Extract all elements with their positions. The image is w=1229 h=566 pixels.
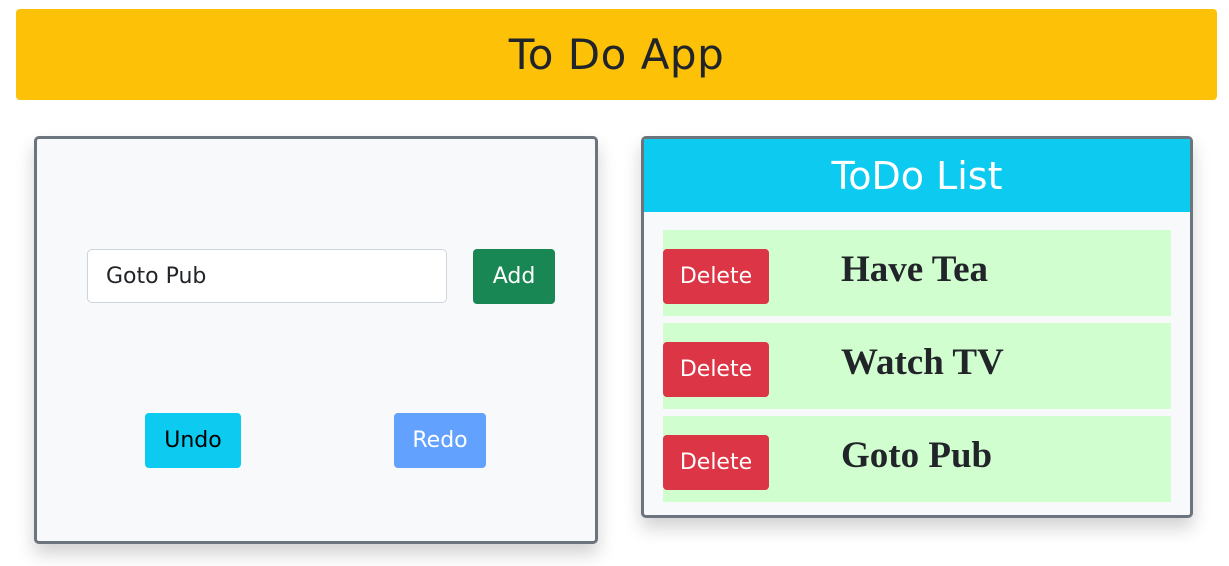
todo-item: Delete Have Tea	[663, 230, 1171, 316]
app-title: To Do App	[508, 30, 725, 79]
todo-list-header: ToDo List	[644, 139, 1190, 212]
delete-button[interactable]: Delete	[663, 249, 769, 304]
todo-item-text: Watch TV	[841, 342, 1004, 383]
redo-button[interactable]: Redo	[394, 413, 486, 468]
todo-list-title: ToDo List	[831, 153, 1003, 198]
todo-item-text: Have Tea	[841, 249, 988, 290]
delete-button[interactable]: Delete	[663, 435, 769, 490]
add-button[interactable]: Add	[473, 249, 555, 304]
page: To Do App Add Undo Redo ToDo List Delete…	[0, 0, 1229, 566]
todo-item: Delete Goto Pub	[663, 416, 1171, 502]
todo-item: Delete Watch TV	[663, 323, 1171, 409]
todo-item-text: Goto Pub	[841, 435, 993, 476]
undo-button[interactable]: Undo	[145, 413, 241, 468]
input-panel: Add Undo Redo	[34, 136, 598, 544]
app-header: To Do App	[16, 9, 1217, 100]
todo-items: Delete Have Tea Delete Watch TV Delete G…	[663, 230, 1171, 509]
todo-input[interactable]	[87, 249, 447, 303]
delete-button[interactable]: Delete	[663, 342, 769, 397]
todo-list-panel: ToDo List Delete Have Tea Delete Watch T…	[641, 136, 1193, 518]
